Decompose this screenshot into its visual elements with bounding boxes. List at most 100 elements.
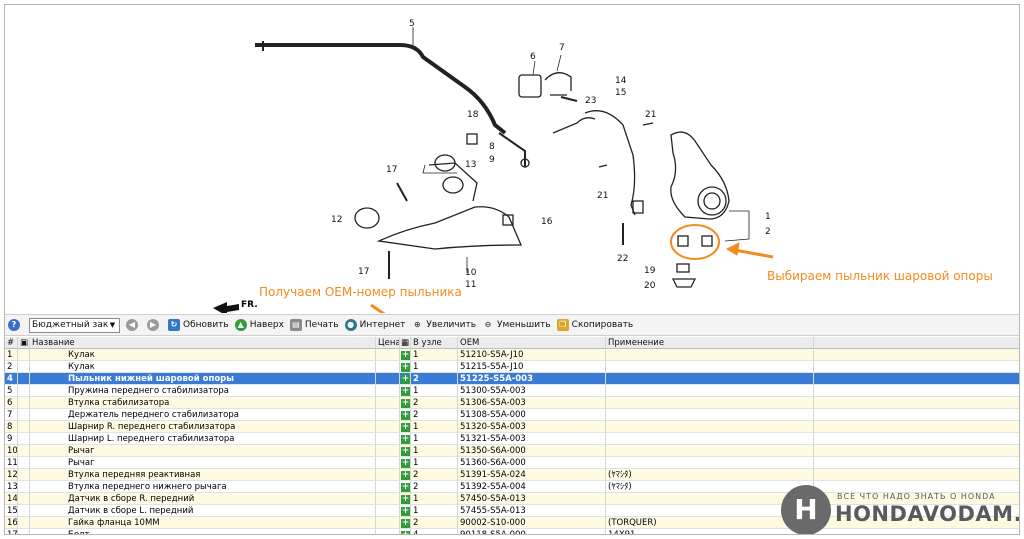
svg-text:1: 1: [765, 212, 771, 222]
add-to-cart-button[interactable]: +: [400, 457, 411, 469]
plus-icon: +: [401, 482, 410, 492]
row-oem: 51350-S6A-000: [458, 445, 606, 457]
copy-button[interactable]: ❐ Скопировать: [556, 319, 634, 331]
add-to-cart-button[interactable]: +: [400, 493, 411, 505]
row-image-cell: [18, 529, 30, 534]
svg-text:17: 17: [386, 165, 397, 175]
zoom-in-button[interactable]: ⊕ Увеличить: [411, 319, 476, 331]
row-oem: 51306-S5A-003: [458, 397, 606, 409]
table-row[interactable]: 5 Пружина переднего стабилизатора +1 51300-…: [5, 385, 1019, 397]
row-name: Датчик в сборе R. передний: [30, 493, 376, 505]
table-row[interactable]: 6 Втулка стабилизатора +2 51306-S5A-003: [5, 397, 1019, 409]
add-to-cart-button[interactable]: +: [400, 445, 411, 457]
svg-text:5: 5: [409, 19, 415, 29]
row-name: Шарнир R. переднего стабилизатора: [30, 421, 376, 433]
header-name[interactable]: Название: [30, 337, 376, 349]
select-hint-annotation: Выбираем пыльник шаровой опоры: [767, 269, 993, 283]
header-price[interactable]: Цена: [376, 337, 400, 349]
copy-label: Скопировать: [571, 320, 634, 330]
row-name: Держатель переднего стабилизатора: [30, 409, 376, 421]
row-qty: 1: [411, 493, 458, 505]
watermark-site: HONDAVODAM.RU: [835, 502, 1020, 526]
refresh-label: Обновить: [183, 320, 229, 330]
up-label: Наверх: [249, 320, 284, 330]
svg-text:8: 8: [489, 142, 495, 152]
add-to-cart-button[interactable]: +: [400, 397, 411, 409]
plus-icon: +: [401, 518, 410, 528]
internet-button[interactable]: ● Интернет: [344, 319, 405, 331]
add-to-cart-button[interactable]: +: [400, 421, 411, 433]
add-to-cart-button[interactable]: +: [400, 433, 411, 445]
refresh-button[interactable]: ↻ Обновить: [168, 319, 229, 331]
header-num[interactable]: #: [5, 337, 18, 349]
add-to-cart-button[interactable]: +: [400, 505, 411, 517]
plus-icon: +: [401, 506, 410, 516]
add-to-cart-button[interactable]: +: [400, 481, 411, 493]
row-qty: 1: [411, 385, 458, 397]
table-row[interactable]: 8 Шарнир R. переднего стабилизатора +1 5132…: [5, 421, 1019, 433]
table-row[interactable]: 9 Шарнир L. переднего стабилизатора +1 5132…: [5, 433, 1019, 445]
row-image-cell: [18, 469, 30, 481]
row-num: 12: [5, 469, 18, 481]
row-application: [606, 421, 814, 433]
row-application: [606, 361, 814, 373]
row-price: [376, 469, 400, 481]
back-button[interactable]: ◀: [126, 319, 141, 331]
row-price: [376, 349, 400, 361]
order-selector[interactable]: Бюджетный зака ▼: [29, 317, 120, 333]
row-oem: 51360-S6A-000: [458, 457, 606, 469]
up-button[interactable]: ▲ Наверх: [234, 319, 284, 331]
plus-icon: +: [401, 531, 410, 534]
zoom-out-button[interactable]: ⊖ Уменьшить: [482, 319, 551, 331]
header-oem[interactable]: OEM: [458, 337, 606, 349]
add-to-cart-button[interactable]: +: [400, 469, 411, 481]
table-row[interactable]: 4 Пыльник нижней шаровой опоры +2 51225-S5A…: [5, 373, 1019, 385]
row-price: [376, 433, 400, 445]
svg-text:21: 21: [597, 191, 608, 201]
row-num: 13: [5, 481, 18, 493]
row-filler: [814, 373, 1019, 385]
add-to-cart-button[interactable]: +: [400, 349, 411, 361]
add-to-cart-button[interactable]: +: [400, 409, 411, 421]
header-qty[interactable]: В узле: [411, 337, 458, 349]
svg-text:14: 14: [615, 76, 627, 86]
row-name: Пыльник нижней шаровой опоры: [30, 373, 376, 385]
table-row[interactable]: 11 Рычаг +1 51360-S6A-000: [5, 457, 1019, 469]
table-row[interactable]: 2 Кулак +1 51215-S5A-J10: [5, 361, 1019, 373]
svg-text:23: 23: [585, 96, 596, 106]
svg-text:2: 2: [765, 227, 771, 237]
row-oem: 51308-S5A-000: [458, 409, 606, 421]
row-oem: 51392-S5A-004: [458, 481, 606, 493]
forward-button[interactable]: ▶: [147, 319, 162, 331]
add-to-cart-button[interactable]: +: [400, 373, 411, 385]
row-oem: 51300-S5A-003: [458, 385, 606, 397]
row-image-cell: [18, 361, 30, 373]
row-application: [606, 457, 814, 469]
header-application[interactable]: Применение: [606, 337, 814, 349]
add-to-cart-button[interactable]: +: [400, 385, 411, 397]
row-filler: [814, 409, 1019, 421]
table-row[interactable]: 10 Рычаг +1 51350-S6A-000: [5, 445, 1019, 457]
row-oem: 51210-S5A-J10: [458, 349, 606, 361]
zoom-in-icon: ⊕: [414, 320, 421, 329]
row-qty: 2: [411, 481, 458, 493]
row-name: Втулка стабилизатора: [30, 397, 376, 409]
printer-icon: ▤: [289, 319, 302, 331]
table-row[interactable]: 7 Держатель переднего стабилизатора +2 5130…: [5, 409, 1019, 421]
help-button[interactable]: ?: [8, 319, 23, 331]
row-qty: 4: [411, 529, 458, 534]
row-name: Втулка передняя реактивная: [30, 469, 376, 481]
table-row[interactable]: 12 Втулка передняя реактивная +2 51391-S5A-…: [5, 469, 1019, 481]
add-to-cart-button[interactable]: +: [400, 517, 411, 529]
table-row[interactable]: 1 Кулак +1 51210-S5A-J10: [5, 349, 1019, 361]
row-name: Кулак: [30, 349, 376, 361]
row-qty: 1: [411, 361, 458, 373]
row-filler: [814, 397, 1019, 409]
add-to-cart-button[interactable]: +: [400, 361, 411, 373]
row-application: [606, 373, 814, 385]
add-to-cart-button[interactable]: +: [400, 529, 411, 534]
print-button[interactable]: ▤ Печать: [289, 319, 339, 331]
row-name: Кулак: [30, 361, 376, 373]
row-name: Втулка переднего нижнего рычага: [30, 481, 376, 493]
row-qty: 1: [411, 505, 458, 517]
